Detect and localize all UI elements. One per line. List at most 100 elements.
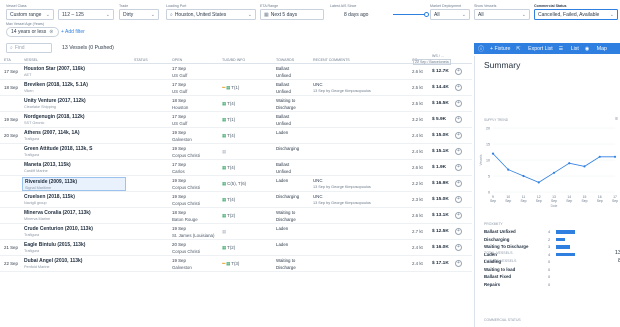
table-row[interactable]: 19 Sep Nordgenugin (2018, 112k) SST Geonic… [0, 112, 472, 128]
table-row[interactable]: Cruelsen (2018, 115k) Navig8 group 19 Sep C… [0, 192, 472, 208]
vessel-cell[interactable]: Eagle Bintulu (2015, 113k) Trafigura [22, 241, 126, 255]
table-row[interactable]: Maneta (2013, 115k) Cardiff Marine 17 Sep C… [0, 160, 472, 176]
header-open[interactable]: OPEN [172, 58, 182, 62]
vessel-name[interactable]: Eagle Bintulu (2015, 113k) [24, 242, 124, 248]
add-icon[interactable]: + [455, 84, 462, 91]
co2-value: 2.4 kt [412, 133, 423, 138]
vessel-owner: Clearlake Shipping [24, 105, 56, 109]
table-row[interactable]: Unity Venture (2017, 112k) Clearlake Ship… [0, 96, 472, 112]
vessel-cell[interactable]: Unity Venture (2017, 112k) Clearlake Ship… [22, 97, 126, 111]
proximity-count: 4 [548, 229, 551, 234]
commercial-status-select[interactable]: Cancelled, Failed, Available ⌄ [534, 9, 618, 20]
add-icon[interactable]: + [455, 244, 462, 251]
age-filter-chip[interactable]: 14 years or less ⊗ [6, 27, 59, 37]
data-point [522, 174, 525, 178]
table-row[interactable]: 20 Sep Athens (2007, 114k, 1A) Trafigura 19… [0, 128, 472, 144]
vessel-cell[interactable]: Crude Centurion (2010, 113k) Trafigura [22, 225, 126, 239]
vessel-class-select[interactable]: Custom range ⌄ [6, 9, 54, 20]
table-row[interactable]: Crude Centurion (2010, 113k) Trafigura 19 … [0, 224, 472, 240]
loading-port-label: Loading Port [166, 4, 187, 8]
chevron-down-icon: ⌄ [105, 11, 110, 18]
header-recent-comments[interactable]: RECENT COMMENTS [313, 58, 350, 62]
add-icon[interactable]: + [455, 228, 462, 235]
vessel-name[interactable]: Houston Star (2007, 116k) [24, 66, 124, 72]
rate-value: $ 15.1K [432, 149, 449, 154]
close-icon[interactable]: ⊗ [49, 29, 53, 35]
add-icon[interactable]: + [455, 164, 462, 171]
vessel-cell[interactable]: Minerva Coralia (2017, 113k) Minerva Mari… [22, 209, 126, 223]
vessel-name[interactable]: Dubai Angel (2010, 113k) [24, 258, 124, 264]
vessel-owner: Trafigura [24, 137, 40, 141]
add-icon[interactable]: + [455, 132, 462, 139]
open-date: 18 Sep [172, 98, 186, 103]
vessel-name[interactable]: Cruelsen (2018, 115k) [24, 194, 124, 200]
add-icon[interactable]: + [455, 180, 462, 187]
eta-range-select[interactable]: ▦ Next 5 days [260, 9, 324, 20]
towards-status: Waiting to [276, 98, 296, 103]
data-point [537, 181, 540, 184]
vessel-cell[interactable]: Green Attitude (2018, 113k, S Trafigura [22, 145, 126, 159]
vessel-name[interactable]: Maneta (2013, 115k) [24, 162, 124, 168]
map-button[interactable]: ◉ Map [585, 46, 607, 52]
comment-author: 13 Sep by George Kimposopoulos [313, 200, 371, 205]
table-row[interactable]: Minerva Coralia (2017, 113k) Minerva Mari… [0, 208, 472, 224]
vessel-name[interactable]: Minerva Coralia (2017, 113k) [24, 210, 124, 216]
latest-ais-slider[interactable] [393, 12, 429, 17]
info-icon[interactable]: ⓘ [478, 44, 484, 53]
add-icon[interactable]: + [455, 260, 462, 267]
slider-knob[interactable] [424, 12, 429, 17]
vessel-name[interactable]: Riverside (2009, 113k) [25, 179, 123, 185]
header-vessel[interactable]: VESSEL [24, 58, 38, 62]
towards-substatus: Unfixed [276, 120, 291, 126]
add-icon[interactable]: + [455, 148, 462, 155]
add-icon[interactable]: + [455, 196, 462, 203]
tug-info: ▦T(2) [222, 245, 236, 250]
search-input[interactable]: ⌕ Find [6, 43, 52, 53]
show-vessels-select[interactable]: All ⌄ [474, 9, 530, 20]
vessel-name[interactable]: Athens (2007, 114k, 1A) [24, 130, 124, 136]
vessel-cell[interactable]: Cruelsen (2018, 115k) Navig8 group [22, 193, 126, 207]
vessel-cell[interactable]: Athens (2007, 114k, 1A) Trafigura [22, 129, 126, 143]
export-list-button[interactable]: ⇱ Export List [516, 46, 552, 52]
summary-panel: Summary SUPPLY TREND ≡ 20 15 10 5 0 9 Sep 10 Sep… [474, 56, 620, 327]
vessel-cell[interactable]: Dubai Angel (2010, 113k) Penfold Marine [22, 257, 126, 271]
vessel-name[interactable]: Breviken (2018, 112k, 5.1A) [24, 82, 124, 88]
vessel-name[interactable]: Nordgenugin (2018, 112k) [24, 114, 124, 120]
table-row[interactable]: Green Attitude (2018, 113k, S Trafigura 19… [0, 144, 472, 160]
vessel-name[interactable]: Unity Venture (2017, 112k) [24, 98, 124, 104]
vessel-cell[interactable]: Breviken (2018, 112k, 5.1A) Viken [22, 81, 126, 95]
list-button[interactable]: ☰ List [559, 46, 579, 52]
add-filter-link[interactable]: + Add filter [61, 29, 85, 35]
rate-value: $ 15.0K [432, 197, 449, 202]
open-port: Corpus Christi [172, 248, 200, 254]
table-row[interactable]: 21 Sep Eagle Bintulu (2015, 113k) Trafigur… [0, 240, 472, 256]
open-port: Corpus Christi [172, 184, 200, 190]
vessel-cell[interactable]: Maneta (2013, 115k) Cardiff Marine [22, 161, 126, 175]
add-icon[interactable]: + [455, 68, 462, 75]
trade-select[interactable]: Dirty ⌄ [119, 9, 159, 20]
proximity-item: Repairs 0 [484, 282, 620, 290]
dwt-range-input[interactable]: 112 – 125 ⌄ [58, 9, 114, 20]
grid-icon: ▦ [222, 229, 227, 234]
towards-substatus: Discharge [276, 104, 296, 110]
vessel-cell[interactable]: Riverside (2009, 113k) Signal Maritime [22, 177, 126, 191]
header-tug-info[interactable]: TUG/BD INFO [222, 58, 245, 62]
loading-port-select[interactable]: ⌕ Houston, United States ⌄ [166, 9, 256, 20]
header-towards[interactable]: TOWARDS [276, 58, 294, 62]
vessel-cell[interactable]: Houston Star (2007, 116k) AET [22, 65, 126, 79]
table-row[interactable]: Riverside (2009, 113k) Signal Maritime 19 … [0, 176, 472, 192]
vessel-name[interactable]: Green Attitude (2018, 113k, S [24, 146, 124, 152]
table-row[interactable]: 22 Sep Dubai Angel (2010, 113k) Penfold Ma… [0, 256, 472, 272]
vessel-name[interactable]: Crude Centurion (2010, 113k) [24, 226, 124, 232]
table-row[interactable]: 18 Sep Breviken (2018, 112k, 5.1A) Viken 17… [0, 80, 472, 96]
add-icon[interactable]: + [455, 116, 462, 123]
vessel-cell[interactable]: Nordgenugin (2018, 112k) SST Geonic [22, 113, 126, 127]
add-icon[interactable]: + [455, 212, 462, 219]
header-eta[interactable]: ETA [4, 58, 11, 62]
add-icon[interactable]: + [455, 100, 462, 107]
market-deployment-select[interactable]: All ⌄ [430, 9, 470, 20]
fixture-button[interactable]: + Fixture [490, 46, 510, 52]
header-rate[interactable]: WS / ... [432, 54, 444, 58]
header-status[interactable]: STATUS [134, 58, 148, 62]
table-row[interactable]: 17 Sep Houston Star (2007, 116k) AET 17 Sep… [0, 64, 472, 80]
